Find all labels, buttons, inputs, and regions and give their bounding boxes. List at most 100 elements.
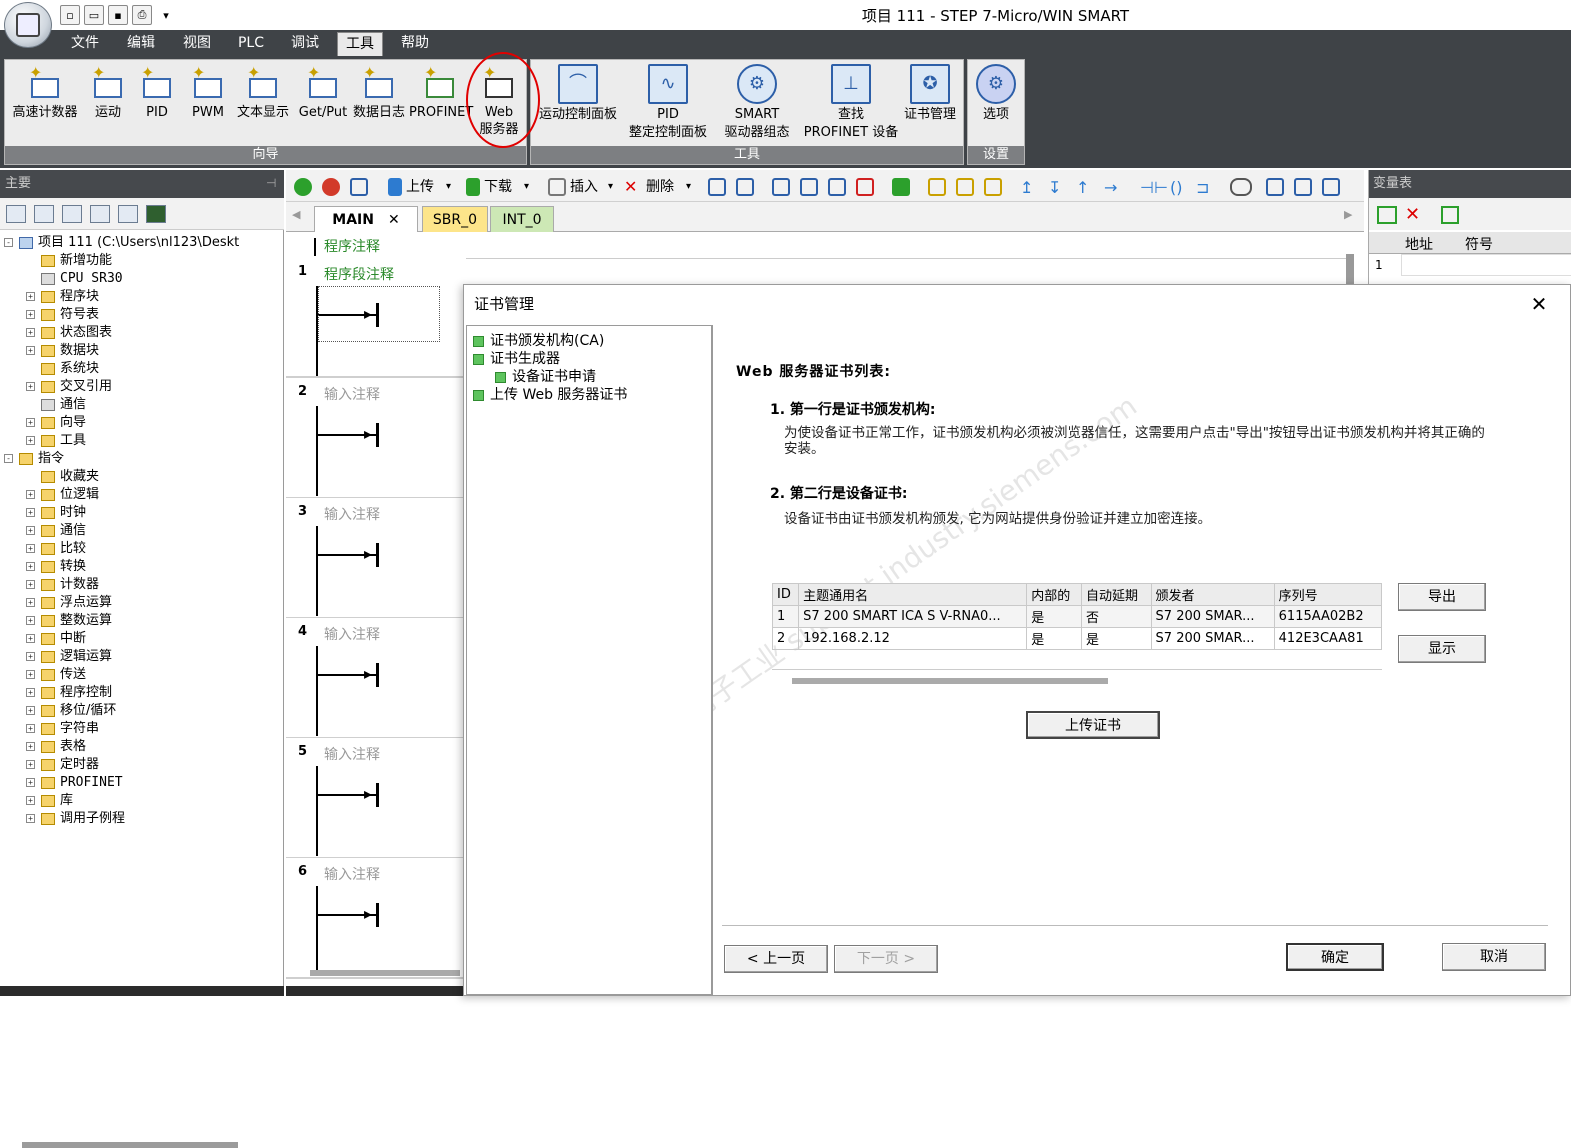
menu-debug[interactable]: 调试: [282, 30, 328, 56]
upload-certificate-button[interactable]: 上传证书: [1026, 711, 1160, 739]
insert-dropdown-icon[interactable]: ▾: [608, 178, 613, 196]
column-header[interactable]: 颁发者: [1150, 583, 1275, 606]
network-comment[interactable]: 输入注释: [324, 864, 380, 884]
program-comment[interactable]: 程序注释: [324, 236, 380, 256]
export-button[interactable]: 导出: [1398, 583, 1486, 611]
tree-node[interactable]: + 向导: [26, 414, 86, 432]
ladder-network[interactable]: 4 输入注释 ▸: [286, 618, 466, 739]
tree-node[interactable]: + 移位/循环: [26, 702, 116, 720]
vertical-scrollbar[interactable]: [1346, 254, 1354, 284]
expand-icon[interactable]: +: [26, 706, 35, 715]
tree-node[interactable]: + 比较: [26, 540, 86, 558]
delete-row-icon[interactable]: ✕: [1405, 204, 1420, 225]
expand-icon[interactable]: +: [26, 724, 35, 733]
line-right-icon[interactable]: →: [1104, 178, 1122, 197]
next-bookmark-icon[interactable]: [828, 178, 846, 196]
tree-node[interactable]: + 时钟: [26, 504, 86, 522]
tab-main[interactable]: MAIN ✕: [314, 206, 418, 232]
network-comment[interactable]: 输入注释: [324, 504, 380, 524]
coil-icon[interactable]: (): [1170, 178, 1188, 197]
upload-button[interactable]: 上传: [406, 178, 434, 196]
download-button[interactable]: 下载: [484, 178, 512, 196]
delete-button[interactable]: 删除: [646, 178, 674, 196]
tree-node[interactable]: 收藏夹: [26, 468, 99, 486]
pid-tuning-panel-button[interactable]: ∿ PID 整定控制面板: [623, 64, 713, 142]
symbol-table-icon[interactable]: [1266, 178, 1284, 196]
computer-icon[interactable]: [146, 204, 166, 223]
ladder-network[interactable]: 3 输入注释 ▸: [286, 498, 466, 619]
var-table-row[interactable]: [1401, 254, 1571, 276]
expand-icon[interactable]: +: [26, 580, 35, 589]
tree-node[interactable]: + 表格: [26, 738, 86, 756]
tree-node[interactable]: + 计数器: [26, 576, 99, 594]
upload-arrow-icon[interactable]: [388, 178, 402, 196]
network-comment[interactable]: 输入注释: [324, 384, 380, 404]
tree-node[interactable]: + PROFINET: [26, 774, 123, 792]
options-button[interactable]: ⚙ 选项: [970, 64, 1022, 124]
expand-icon[interactable]: +: [26, 616, 35, 625]
expand-icon[interactable]: +: [26, 760, 35, 769]
tree-node[interactable]: - 指令: [4, 450, 64, 468]
clear-bookmark-icon[interactable]: [856, 178, 874, 196]
tree-view-icon[interactable]: [736, 178, 754, 196]
tree-node[interactable]: + 状态图表: [26, 324, 112, 342]
insert-button[interactable]: 插入: [570, 178, 598, 196]
expand-icon[interactable]: +: [26, 670, 35, 679]
horizontal-scrollbar[interactable]: [22, 1142, 238, 1148]
import-icon[interactable]: [1441, 206, 1459, 224]
box-icon[interactable]: ⊐: [1196, 178, 1214, 197]
expand-icon[interactable]: +: [26, 544, 35, 553]
contact-icon[interactable]: ⊣⊢: [1140, 178, 1168, 197]
expand-icon[interactable]: +: [26, 292, 35, 301]
tree-node[interactable]: + 整数运算: [26, 612, 112, 630]
upload-dropdown-icon[interactable]: ▾: [446, 178, 451, 196]
tree-node[interactable]: + 交叉引用: [26, 378, 112, 396]
tree-node[interactable]: + 调用子例程: [26, 810, 125, 828]
delete-dropdown-icon[interactable]: ▾: [686, 178, 691, 196]
table-row[interactable]: 1 S7 200 SMART ICA S V-RNA0... 是否 S7 200 SM…: [771, 605, 1383, 628]
expand-icon[interactable]: +: [26, 490, 35, 499]
expand-icon[interactable]: +: [26, 508, 35, 517]
block-icon[interactable]: [90, 204, 110, 223]
expand-icon[interactable]: +: [26, 778, 35, 787]
expand-icon[interactable]: +: [26, 598, 35, 607]
pid-button[interactable]: ✦ PID: [135, 64, 179, 122]
show-button[interactable]: 显示: [1398, 635, 1486, 663]
text-display-button[interactable]: ✦ 文本显示: [233, 64, 293, 122]
cert-tree-node[interactable]: 证书生成器: [473, 348, 560, 368]
line-up-icon[interactable]: ↑: [1076, 178, 1094, 197]
column-header[interactable]: 主题通用名: [798, 583, 1028, 606]
column-header[interactable]: 序列号: [1273, 583, 1383, 606]
pwm-button[interactable]: ✦ PWM: [183, 64, 233, 122]
high-speed-counter-button[interactable]: ✦ 高速计数器: [9, 64, 81, 122]
branch-down-icon[interactable]: ↧: [1048, 178, 1066, 197]
cancel-button[interactable]: 取消: [1442, 943, 1546, 971]
toggle-icon[interactable]: [1322, 178, 1340, 196]
network-view-icon[interactable]: [708, 178, 726, 196]
run-icon[interactable]: [294, 178, 312, 196]
tree-node[interactable]: + 工具: [26, 432, 86, 450]
stop-icon[interactable]: [322, 178, 340, 196]
download-arrow-icon[interactable]: [466, 178, 480, 196]
table-hscroll[interactable]: [792, 678, 1108, 684]
tree-node[interactable]: 通信: [26, 396, 86, 414]
bookmark-icon[interactable]: [800, 178, 818, 196]
network-comment[interactable]: 程序段注释: [324, 264, 394, 284]
column-header[interactable]: 内部的: [1026, 583, 1082, 606]
tree-node[interactable]: + 库: [26, 792, 73, 810]
cert-tree-node[interactable]: 设备证书申请: [495, 366, 596, 386]
ladder-network[interactable]: 2 输入注释 ▸: [286, 378, 466, 499]
expand-icon[interactable]: +: [26, 382, 35, 391]
menu-plc[interactable]: PLC: [228, 30, 274, 56]
tree-node[interactable]: - 项目 111 (C:\Users\nl123\Deskt: [4, 234, 239, 252]
tree-node[interactable]: + 定时器: [26, 756, 99, 774]
cert-tree-node[interactable]: 证书颁发机构(CA): [473, 330, 604, 350]
application-menu-button[interactable]: [4, 2, 52, 48]
download-dropdown-icon[interactable]: ▾: [524, 178, 529, 196]
tree-node[interactable]: + 传送: [26, 666, 86, 684]
ok-button[interactable]: 确定: [1286, 943, 1384, 971]
close-icon[interactable]: ✕: [1526, 291, 1552, 317]
tab-sbr0[interactable]: SBR_0: [422, 206, 488, 232]
expand-icon[interactable]: +: [26, 652, 35, 661]
menu-view[interactable]: 视图: [174, 30, 220, 56]
